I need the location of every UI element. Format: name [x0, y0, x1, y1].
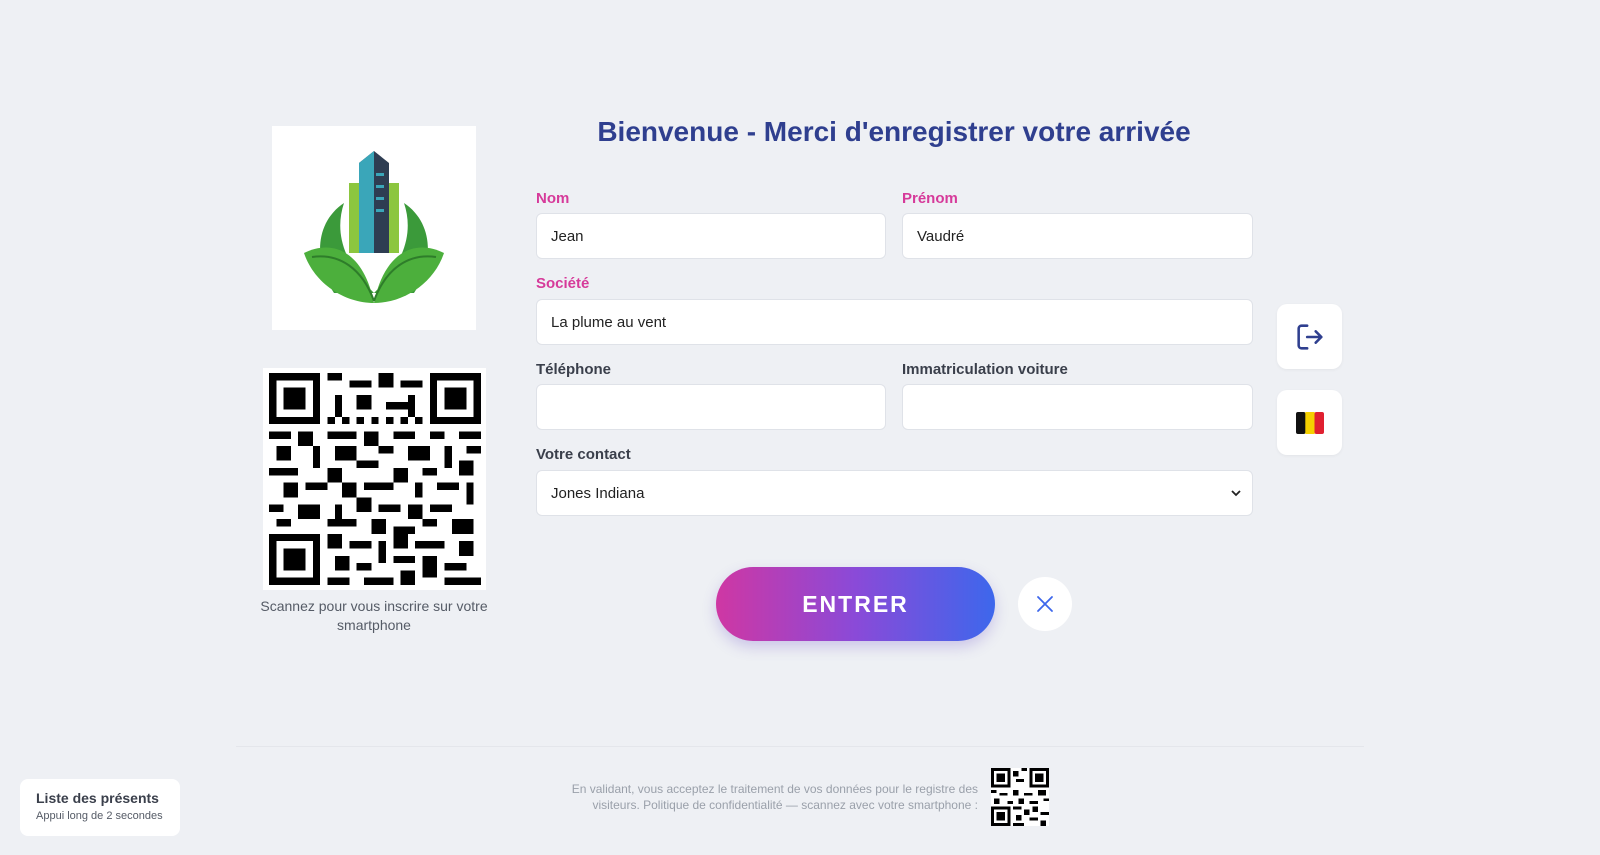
- belgium-flag-icon: [1295, 411, 1324, 434]
- telephone-label: Téléphone: [536, 361, 612, 378]
- company-logo: [272, 126, 476, 330]
- contact-label: Votre contact: [536, 446, 631, 463]
- cancel-button[interactable]: [1018, 577, 1072, 631]
- chevron-down-icon: [1231, 490, 1241, 497]
- page-title: Bienvenue - Merci d'enregistrer votre ar…: [597, 116, 1191, 147]
- qr-code-icon: [991, 768, 1049, 826]
- presence-list-title: Liste des présents: [36, 790, 159, 806]
- privacy-consent-text: En validant, vous acceptez le traitement…: [571, 782, 978, 812]
- language-button[interactable]: [1277, 390, 1342, 455]
- close-icon: [1037, 596, 1053, 612]
- societe-input[interactable]: [536, 299, 1253, 345]
- immatriculation-input[interactable]: [902, 384, 1253, 430]
- prenom-input[interactable]: [902, 213, 1253, 259]
- nom-label: Nom: [536, 190, 570, 207]
- footer-divider: [236, 746, 1364, 747]
- registration-qr-code: [263, 368, 486, 590]
- exit-button[interactable]: [1277, 304, 1342, 369]
- building-leaf-logo-icon: [304, 151, 444, 303]
- contact-select[interactable]: Jones Indiana: [536, 470, 1253, 516]
- qr-caption: Scannez pour vous inscrire sur votre sma…: [260, 598, 488, 633]
- nom-input[interactable]: [536, 213, 886, 259]
- enter-button[interactable]: ENTRER: [716, 567, 995, 641]
- telephone-input[interactable]: [536, 384, 886, 430]
- qr-code-icon: [268, 373, 481, 585]
- presence-list-button[interactable]: Liste des présents Appui long de 2 secon…: [20, 779, 180, 836]
- prenom-label: Prénom: [902, 190, 958, 207]
- societe-label: Société: [536, 275, 590, 292]
- presence-list-hint: Appui long de 2 secondes: [36, 810, 163, 822]
- privacy-qr-code: [991, 768, 1049, 826]
- immatriculation-label: Immatriculation voiture: [902, 361, 1068, 378]
- logout-icon: [1296, 323, 1323, 350]
- contact-select-value: Jones Indiana: [551, 484, 645, 502]
